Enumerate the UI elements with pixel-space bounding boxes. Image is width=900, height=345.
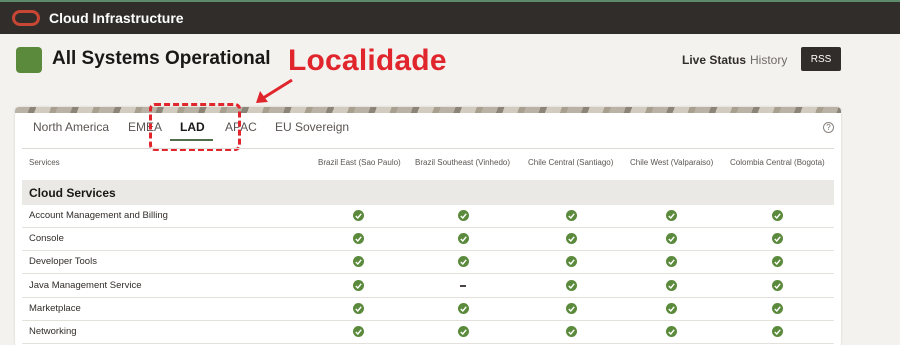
arrow-icon <box>256 78 293 103</box>
check-circle-icon[interactable] <box>666 280 677 291</box>
service-name[interactable]: Account Management and Billing <box>29 210 168 221</box>
help-icon[interactable]: ? <box>823 122 834 133</box>
check-circle-icon[interactable] <box>566 256 577 267</box>
check-circle-icon[interactable] <box>566 326 577 337</box>
check-circle-icon[interactable] <box>772 210 783 221</box>
check-circle-icon[interactable] <box>666 233 677 244</box>
annotation-label: Localidade <box>288 44 447 77</box>
check-circle-icon <box>16 47 42 73</box>
check-circle-icon[interactable] <box>666 303 677 314</box>
check-circle-icon[interactable] <box>566 280 577 291</box>
check-circle-icon[interactable] <box>566 210 577 221</box>
column-header-region: Brazil East (Sao Paulo) <box>318 158 401 167</box>
service-name[interactable]: Java Management Service <box>29 280 141 291</box>
column-header-region: Chile Central (Santiago) <box>528 158 614 167</box>
check-circle-icon[interactable] <box>772 303 783 314</box>
check-circle-icon[interactable] <box>353 210 364 221</box>
status-headline: All Systems Operational <box>52 48 271 69</box>
check-circle-icon[interactable] <box>353 256 364 267</box>
oracle-logo-icon[interactable] <box>12 10 40 26</box>
table-row: Networking <box>22 321 834 344</box>
check-circle-icon[interactable] <box>772 280 783 291</box>
column-header-services: Services <box>29 158 60 167</box>
check-circle-icon[interactable] <box>458 326 469 337</box>
nav-history[interactable]: History <box>750 53 787 67</box>
check-circle-icon[interactable] <box>566 303 577 314</box>
table-row: Account Management and Billing <box>22 205 834 228</box>
tab-eu-sovereign[interactable]: EU Sovereign <box>275 120 349 134</box>
check-circle-icon[interactable] <box>353 233 364 244</box>
service-name[interactable]: Networking <box>29 326 77 337</box>
dash-icon <box>460 285 466 287</box>
column-header-region: Chile West (Valparaiso) <box>630 158 714 167</box>
check-circle-icon[interactable] <box>566 233 577 244</box>
check-circle-icon[interactable] <box>353 280 364 291</box>
check-circle-icon[interactable] <box>772 233 783 244</box>
service-name[interactable]: Marketplace <box>29 303 81 314</box>
check-circle-icon[interactable] <box>458 256 469 267</box>
annotation-highlight-box <box>149 103 241 151</box>
brand-title[interactable]: Cloud Infrastructure <box>49 10 184 26</box>
check-circle-icon[interactable] <box>666 210 677 221</box>
table-row: Developer Tools <box>22 251 834 274</box>
check-circle-icon[interactable] <box>458 233 469 244</box>
top-bar: Cloud Infrastructure <box>0 0 900 34</box>
column-header-region: Colombia Central (Bogota) <box>730 158 825 167</box>
table-row: Marketplace <box>22 298 834 321</box>
check-circle-icon[interactable] <box>772 256 783 267</box>
table-row: Java Management Service <box>22 275 834 298</box>
check-circle-icon[interactable] <box>353 326 364 337</box>
section-title: Cloud Services <box>29 186 116 200</box>
decorative-strip <box>15 107 841 113</box>
check-circle-icon[interactable] <box>353 303 364 314</box>
rss-button[interactable]: RSS <box>801 47 841 71</box>
nav-live-status[interactable]: Live Status <box>682 53 746 67</box>
table-row: Console <box>22 228 834 251</box>
check-circle-icon[interactable] <box>772 326 783 337</box>
column-header-region: Brazil Southeast (Vinhedo) <box>415 158 511 167</box>
tab-north-america[interactable]: North America <box>33 120 109 134</box>
section-header-row <box>22 180 834 205</box>
check-circle-icon[interactable] <box>666 256 677 267</box>
service-name[interactable]: Developer Tools <box>29 256 97 267</box>
service-name[interactable]: Console <box>29 233 64 244</box>
check-circle-icon[interactable] <box>458 303 469 314</box>
tab-divider <box>22 148 834 149</box>
check-circle-icon[interactable] <box>458 210 469 221</box>
check-circle-icon[interactable] <box>666 326 677 337</box>
